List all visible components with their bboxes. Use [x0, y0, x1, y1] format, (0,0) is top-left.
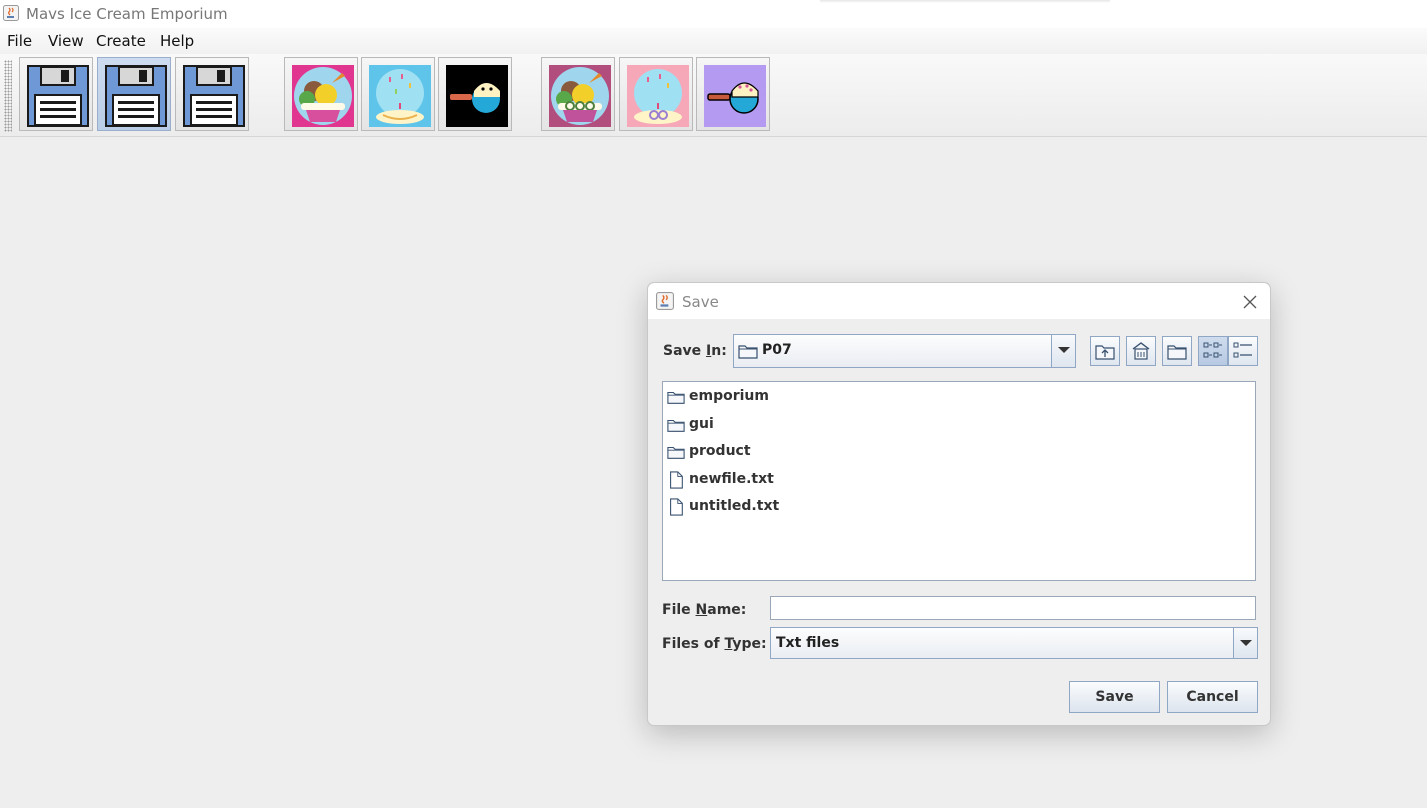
save-button[interactable]: Save [1069, 681, 1160, 713]
details-view-button[interactable] [1228, 336, 1258, 366]
save-in-label: Save In: [663, 343, 727, 359]
save-dialog: Save Save In: P07 emporium gui product n… [647, 282, 1271, 726]
save-as-icon [105, 65, 167, 127]
app-title: Mavs Ice Cream Emporium [26, 5, 228, 23]
home-icon [1132, 342, 1150, 360]
files-of-type-value: Txt files [776, 635, 840, 651]
flavor-list-icon [627, 65, 689, 127]
container-list-icon [704, 65, 766, 127]
file-name-text: product [689, 443, 751, 459]
chevron-down-icon[interactable] [1233, 628, 1257, 658]
save-in-combo[interactable]: P07 [733, 334, 1076, 368]
java-app-icon [656, 292, 674, 310]
file-name-field[interactable] [770, 596, 1256, 620]
file-icon [670, 471, 683, 489]
create-container-button[interactable] [438, 57, 512, 131]
folder-icon [667, 391, 685, 404]
folder-icon [667, 446, 685, 459]
titlebar-edge [820, 0, 1110, 3]
close-icon[interactable] [1240, 292, 1260, 312]
folder-icon [667, 419, 685, 432]
new-folder-icon [1167, 345, 1187, 360]
create-serving-button[interactable] [284, 57, 358, 131]
toolbar-grip[interactable] [4, 60, 12, 132]
menu-file[interactable]: File [7, 32, 32, 50]
ice-cream-scoop-tool-icon [446, 65, 508, 127]
view-containers-button[interactable] [696, 57, 770, 131]
file-name-text: emporium [689, 388, 769, 404]
details-view-icon [1233, 342, 1252, 358]
save-icon [27, 65, 89, 127]
save-in-value: P07 [762, 342, 792, 358]
list-view-button[interactable] [1198, 336, 1228, 366]
up-folder-icon [1095, 345, 1115, 360]
dialog-titlebar[interactable]: Save [648, 283, 1270, 319]
up-one-level-button[interactable] [1090, 336, 1120, 366]
save-all-button[interactable] [175, 57, 249, 131]
list-view-icon [1203, 342, 1222, 358]
file-name-text: newfile.txt [689, 471, 774, 487]
view-servings-button[interactable] [541, 57, 615, 131]
app-titlebar: Mavs Ice Cream Emporium [0, 0, 1427, 28]
file-icon [670, 498, 683, 516]
chevron-down-icon[interactable] [1051, 335, 1075, 367]
dialog-title: Save [682, 293, 719, 311]
menu-bar: File View Create Help [0, 28, 1427, 54]
cancel-button[interactable]: Cancel [1167, 681, 1258, 713]
files-of-type-combo[interactable]: Txt files [770, 627, 1258, 659]
save-button[interactable] [19, 57, 93, 131]
flavor-scoop-icon [369, 65, 431, 127]
save-as-button[interactable] [97, 57, 171, 131]
file-list[interactable]: emporium gui product newfile.txt untitle… [662, 381, 1256, 581]
create-flavor-button[interactable] [361, 57, 435, 131]
file-name-text: untitled.txt [689, 498, 780, 514]
file-name-label: File Name: [662, 602, 747, 618]
files-of-type-label: Files of Type: [662, 636, 767, 652]
menu-create[interactable]: Create [96, 32, 146, 50]
new-folder-button[interactable] [1162, 336, 1192, 366]
serving-list-icon [549, 65, 611, 127]
menu-help[interactable]: Help [160, 32, 194, 50]
folder-icon [738, 345, 758, 359]
ice-cream-sundae-icon [292, 65, 354, 127]
toolbar [0, 54, 1427, 137]
menu-view[interactable]: View [48, 32, 84, 50]
view-flavors-button[interactable] [619, 57, 693, 131]
save-all-icon [183, 65, 245, 127]
file-name-text: gui [689, 416, 714, 432]
java-app-icon [3, 5, 19, 21]
home-button[interactable] [1126, 336, 1156, 366]
